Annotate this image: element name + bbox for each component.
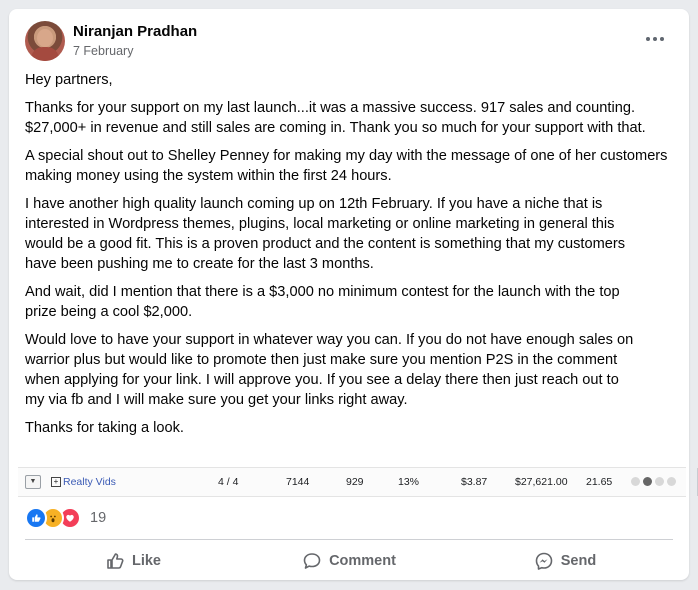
like-reaction-icon xyxy=(25,507,47,529)
author-avatar[interactable] xyxy=(25,21,65,61)
post-actions: Like Comment Send xyxy=(25,543,673,579)
actions-divider xyxy=(25,539,673,540)
comment-button[interactable]: Comment xyxy=(241,543,457,579)
post-body: Hey partners, Thanks for your support on… xyxy=(25,70,675,446)
stats-cell: 4 / 4 xyxy=(218,476,239,488)
reactions-summary[interactable]: 19 xyxy=(25,507,107,529)
avatar-face xyxy=(37,29,53,47)
sales-stats-image[interactable]: ▼ + Realty Vids 4 / 4 7144 929 13% $3.87… xyxy=(18,467,698,497)
send-button[interactable]: Send xyxy=(457,543,673,579)
post-paragraph: I have another high quality launch comin… xyxy=(25,196,626,272)
w-icon xyxy=(631,477,640,486)
more-options-icon[interactable] xyxy=(643,31,667,47)
send-label: Send xyxy=(560,553,597,569)
vendor-name: Realty Vids xyxy=(63,476,116,488)
post-card: Niranjan Pradhan 7 February Hey partners… xyxy=(9,9,698,580)
stats-cell: $3.87 xyxy=(461,476,488,488)
lock-icon xyxy=(667,477,676,486)
stats-cell: $27,621.00 xyxy=(515,476,568,488)
messenger-icon xyxy=(535,552,553,570)
post-paragraph: A special shout out to Shelley Penney fo… xyxy=(25,148,668,184)
dropdown-icon: ▼ xyxy=(25,475,41,489)
avatar-body xyxy=(31,47,59,61)
expand-icon: + xyxy=(51,477,61,487)
post-paragraph: Thanks for your support on my last launc… xyxy=(25,100,646,136)
author-name[interactable]: Niranjan Pradhan xyxy=(73,23,197,40)
post-paragraph: Hey partners, xyxy=(25,72,113,88)
stats-cell: 13% xyxy=(398,476,420,488)
comment-label: Comment xyxy=(329,553,396,569)
stats-cell: 929 xyxy=(346,476,364,488)
post-paragraph: Would love to have your support in whate… xyxy=(25,332,634,408)
chat-icon xyxy=(655,477,664,486)
post-date[interactable]: 7 February xyxy=(73,44,133,58)
reaction-count: 19 xyxy=(90,510,107,526)
comment-icon xyxy=(303,553,321,569)
users-icon xyxy=(643,477,652,486)
status-icons xyxy=(631,477,676,486)
post-paragraph: And wait, did I mention that there is a … xyxy=(25,284,620,320)
stats-cell: 21.65 xyxy=(586,476,613,488)
like-label: Like xyxy=(131,553,161,569)
like-button[interactable]: Like xyxy=(25,543,241,579)
thumbs-up-icon xyxy=(107,553,124,569)
stats-cell: 7144 xyxy=(286,476,310,488)
post-paragraph: Thanks for taking a look. xyxy=(25,420,184,436)
